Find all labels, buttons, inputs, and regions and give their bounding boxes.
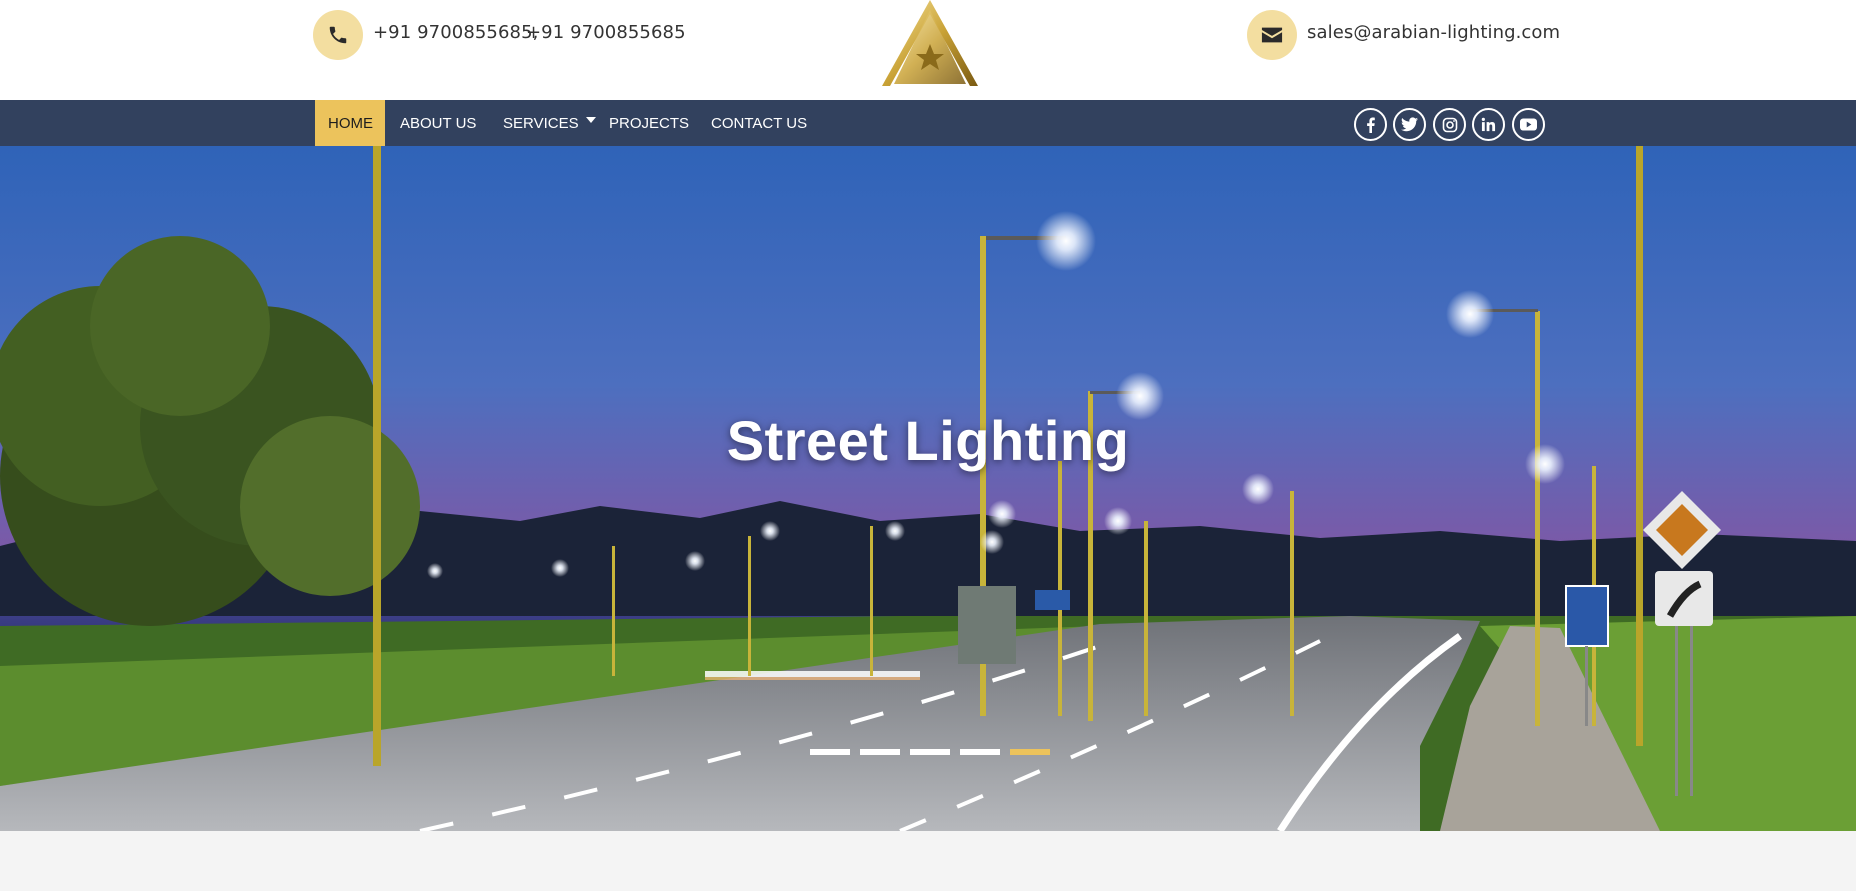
nav-services[interactable]: SERVICES — [490, 100, 609, 146]
top-bar: +91 9700855685, +91 9700855685 sales@ara… — [0, 0, 1856, 100]
nav-home[interactable]: HOME — [315, 100, 385, 146]
nav-projects-label: PROJECTS — [609, 114, 690, 132]
nav-about-label: ABOUT US — [400, 114, 477, 132]
phone-number-1[interactable]: +91 9700855685, — [373, 22, 538, 43]
slider-dot-3[interactable] — [910, 749, 950, 755]
slider-dot-4[interactable] — [960, 749, 1000, 755]
email-link[interactable]: sales@arabian-lighting.com — [1307, 22, 1560, 43]
slider-dot-2[interactable] — [860, 749, 900, 755]
phone-icon — [313, 10, 363, 60]
caret-down-icon — [585, 117, 596, 123]
hero-title: Street Lighting — [726, 409, 1130, 472]
hero-background-image — [0, 146, 1856, 831]
slider-dot-1[interactable] — [810, 749, 850, 755]
logo[interactable] — [880, 0, 980, 88]
facebook-icon[interactable] — [1354, 108, 1387, 141]
slider-pagination — [810, 749, 1050, 755]
hero-slider: Street Lighting — [0, 146, 1856, 831]
instagram-icon[interactable] — [1433, 108, 1466, 141]
nav-services-label: SERVICES — [503, 114, 579, 132]
slider-dot-5[interactable] — [1010, 749, 1050, 755]
twitter-icon[interactable] — [1393, 108, 1426, 141]
nav-contact-label: CONTACT US — [711, 114, 808, 132]
nav-projects[interactable]: PROJECTS — [596, 100, 702, 146]
linkedin-icon[interactable] — [1472, 108, 1505, 141]
nav-contact-us[interactable]: CONTACT US — [698, 100, 820, 146]
youtube-icon[interactable] — [1512, 108, 1545, 141]
nav-home-label: HOME — [328, 114, 373, 132]
main-navbar: HOME ABOUT US SERVICES PROJECTS CONTACT … — [0, 100, 1856, 146]
nav-about-us[interactable]: ABOUT US — [387, 100, 489, 146]
page-content-area — [0, 831, 1856, 891]
phone-number-2[interactable]: +91 9700855685 — [526, 22, 686, 43]
envelope-icon — [1247, 10, 1297, 60]
